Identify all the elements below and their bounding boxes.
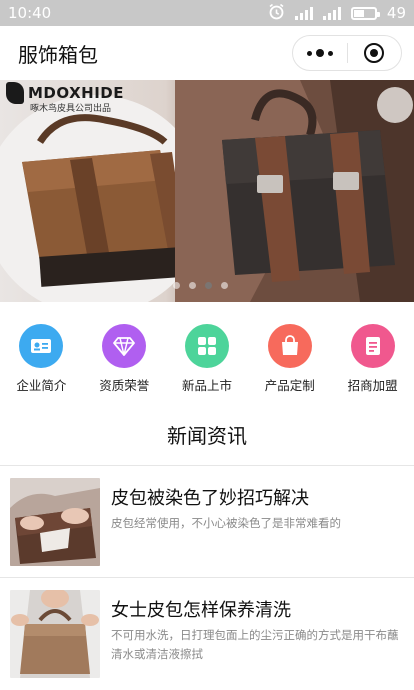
cell-signal-icon bbox=[322, 6, 341, 20]
news-item[interactable]: 皮包被染色了妙招巧解决 皮包经常使用，不小心被染色了是非常难看的 bbox=[0, 466, 414, 578]
banner-carousel[interactable]: MDOXHIDE 啄木鸟皮具公司出品 bbox=[0, 80, 414, 302]
page-title: 服饰箱包 bbox=[18, 42, 98, 67]
category-label: 企业简介 bbox=[16, 378, 67, 393]
category-new-products[interactable]: 新品上市 bbox=[166, 314, 249, 394]
status-time: 10:40 bbox=[8, 4, 52, 22]
more-dots-icon bbox=[306, 49, 333, 57]
grid-icon bbox=[184, 324, 229, 368]
shopping-bag-icon bbox=[267, 324, 312, 368]
news-section-title: 新闻资讯 bbox=[167, 424, 247, 448]
carousel-dot[interactable] bbox=[221, 282, 228, 289]
brand-subtitle: 啄木鸟皮具公司出品 bbox=[30, 104, 112, 114]
brand-name: MDOXHIDE bbox=[28, 84, 124, 102]
wifi-signal-icon bbox=[294, 6, 313, 20]
category-custom[interactable]: 产品定制 bbox=[248, 314, 331, 394]
battery-fill bbox=[353, 9, 364, 17]
bird-logo-icon bbox=[6, 82, 24, 104]
category-nav: 企业简介 资质荣誉 新品上市 产品定制 招商加盟 bbox=[0, 314, 414, 394]
category-franchise[interactable]: 招商加盟 bbox=[331, 314, 414, 394]
news-item[interactable]: 女士皮包怎样保养清洗 不可用水洗，日打理包面上的尘污正确的方式是用干布蘸清水或清… bbox=[0, 578, 414, 690]
category-label: 资质荣誉 bbox=[99, 378, 150, 393]
title-bar: 服饰箱包 bbox=[0, 26, 414, 80]
news-description: 不可用水洗，日打理包面上的尘污正确的方式是用干布蘸清水或清洁液擦拭 bbox=[111, 628, 399, 661]
more-button[interactable] bbox=[293, 36, 347, 70]
category-about[interactable]: 企业简介 bbox=[0, 314, 83, 394]
carousel-dot[interactable] bbox=[173, 282, 180, 289]
diamond-icon bbox=[102, 324, 147, 368]
news-thumbnail bbox=[10, 478, 100, 566]
category-label: 招商加盟 bbox=[347, 378, 398, 393]
brand-logo: MDOXHIDE 啄木鸟皮具公司出品 bbox=[6, 82, 124, 114]
miniprogram-capsule bbox=[292, 35, 402, 71]
news-title: 皮包被染色了妙招巧解决 bbox=[111, 488, 309, 509]
carousel-dot[interactable] bbox=[205, 282, 212, 289]
news-thumbnail bbox=[10, 590, 100, 678]
category-label: 新品上市 bbox=[181, 378, 232, 393]
battery-text: 49 bbox=[386, 4, 406, 22]
battery-icon bbox=[350, 6, 380, 20]
alarm-icon bbox=[268, 3, 285, 24]
news-title: 女士皮包怎样保养清洗 bbox=[111, 600, 291, 621]
status-icons: 49 bbox=[268, 3, 406, 24]
id-card-icon bbox=[19, 324, 64, 368]
status-bar: 10:40 49 bbox=[0, 0, 414, 26]
category-label: 产品定制 bbox=[264, 378, 315, 393]
carousel-dot[interactable] bbox=[189, 282, 196, 289]
document-icon bbox=[350, 324, 395, 368]
category-honors[interactable]: 资质荣誉 bbox=[83, 314, 166, 394]
target-circle-icon bbox=[364, 43, 385, 63]
carousel-indicators bbox=[173, 282, 228, 289]
news-description: 皮包经常使用，不小心被染色了是非常难看的 bbox=[111, 516, 341, 530]
close-button[interactable] bbox=[348, 36, 402, 70]
